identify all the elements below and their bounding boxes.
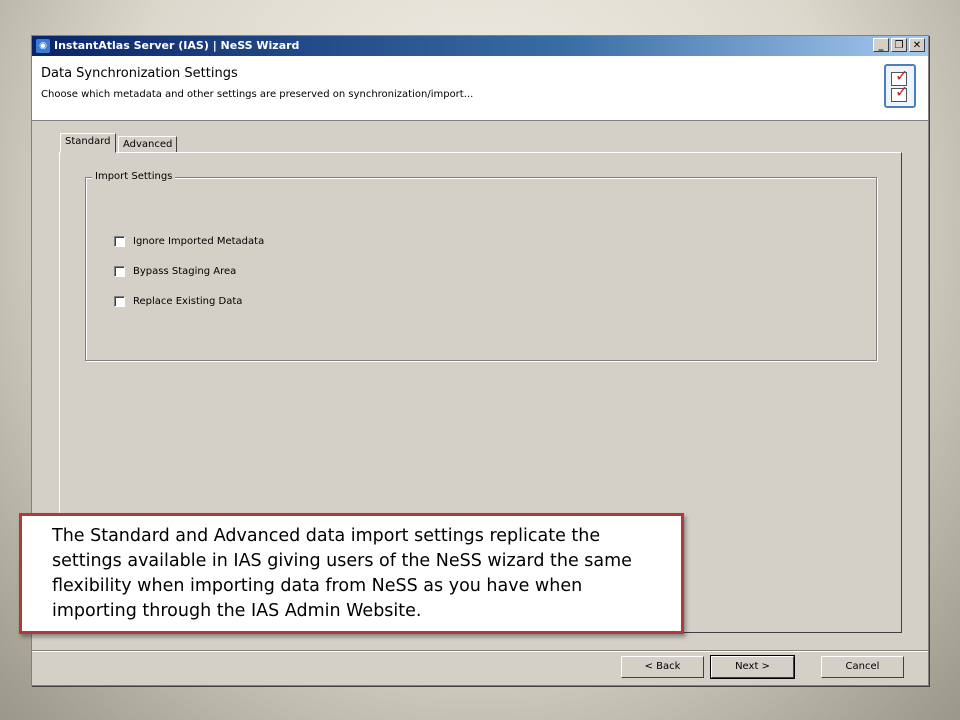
ignore-imported-metadata-checkbox[interactable] (114, 236, 125, 247)
window-title: InstantAtlas Server (IAS) | NeSS Wizard (54, 39, 300, 52)
page-subtitle: Choose which metadata and other settings… (41, 89, 474, 100)
option-replace-existing-data[interactable]: Replace Existing Data (114, 296, 242, 307)
cancel-button[interactable]: Cancel (821, 656, 904, 678)
ignore-imported-metadata-label: Ignore Imported Metadata (133, 236, 265, 247)
back-button[interactable]: < Back (621, 656, 704, 678)
wizard-header: Data Synchronization Settings Choose whi… (32, 56, 928, 121)
next-button[interactable]: Next > (710, 655, 795, 679)
replace-existing-data-checkbox[interactable] (114, 296, 125, 307)
close-button[interactable]: ✕ (909, 38, 925, 52)
checklist-icon: ✓ ✓ (884, 64, 916, 108)
tab-advanced[interactable]: Advanced (118, 136, 178, 153)
title-bar[interactable]: ◉ InstantAtlas Server (IAS) | NeSS Wizar… (32, 36, 928, 56)
replace-existing-data-label: Replace Existing Data (133, 296, 243, 307)
minimize-button[interactable]: _ (873, 38, 889, 52)
import-settings-legend: Import Settings (92, 171, 176, 182)
import-settings-group: Import Settings Ignore Imported Metadata… (85, 171, 877, 361)
explanation-callout: The Standard and Advanced data import se… (19, 513, 684, 634)
bypass-staging-area-label: Bypass Staging Area (133, 266, 237, 277)
bypass-staging-area-checkbox[interactable] (114, 266, 125, 277)
option-ignore-imported-metadata[interactable]: Ignore Imported Metadata (114, 236, 264, 247)
page-title: Data Synchronization Settings (41, 66, 238, 81)
tab-standard[interactable]: Standard (60, 133, 116, 153)
footer-separator (32, 650, 928, 652)
instantatlas-logo-icon: ◉ (36, 39, 50, 53)
option-bypass-staging-area[interactable]: Bypass Staging Area (114, 266, 236, 277)
maximize-button[interactable]: ❐ (891, 38, 907, 52)
window-controls: _ ❐ ✕ (873, 38, 925, 52)
